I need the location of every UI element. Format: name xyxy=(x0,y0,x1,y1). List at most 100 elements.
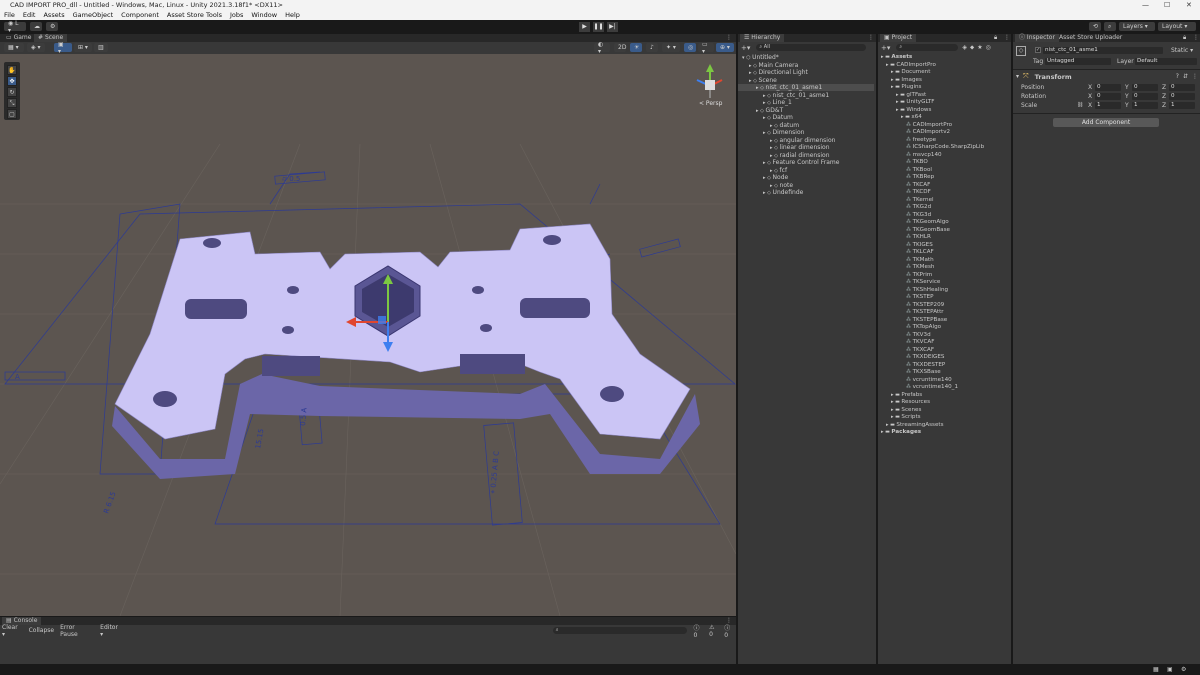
project-item[interactable]: ⁂ TKGeomAlgo xyxy=(906,219,949,225)
hierarchy-item[interactable]: ▸ ◇ nist_ctc_01_asme1 xyxy=(763,92,829,99)
tab-project[interactable]: ▣ Project xyxy=(880,34,917,42)
project-add-icon[interactable]: +▾ xyxy=(881,44,890,52)
menu-assets[interactable]: Assets xyxy=(43,11,64,19)
project-item[interactable]: ⁂ TKShHealing xyxy=(906,287,948,293)
hierarchy-item[interactable]: ▸ ◇ Directional Light xyxy=(749,69,808,76)
pivot-toggle[interactable]: ▣ ▾ xyxy=(54,41,72,55)
cloud-icon[interactable]: ☁ xyxy=(30,22,42,31)
grid-dropdown[interactable]: ◈ ▾ xyxy=(27,43,45,52)
tab-inspector[interactable]: ⓘ Inspector xyxy=(1015,34,1059,42)
rotation-z-field[interactable]: 0 xyxy=(1169,93,1195,100)
project-item[interactable]: ▸ ▬ Scenes xyxy=(891,407,921,413)
project-item[interactable]: ⁂ TKSTEP xyxy=(906,294,934,300)
project-item[interactable]: ▸ ▬ Prefabs xyxy=(891,392,922,398)
pause-button[interactable]: ❚❚ xyxy=(593,22,604,32)
static-toggle[interactable]: Static ▾ xyxy=(1171,47,1193,54)
filter-type-icon[interactable]: ◈ xyxy=(962,44,967,51)
filter-label-icon[interactable]: ⬥ xyxy=(970,44,974,52)
favorite-icon[interactable]: ★ xyxy=(977,44,982,51)
shading-dropdown[interactable]: ◐ ▾ xyxy=(594,41,610,55)
project-item[interactable]: ⁂ ICSharpCode.SharpZipLib xyxy=(906,144,984,150)
menu-asset-store-tools[interactable]: Asset Store Tools xyxy=(167,11,222,19)
inspector-menu-icon[interactable]: ⋮ xyxy=(1189,34,1200,42)
close-icon[interactable]: ✕ xyxy=(1186,1,1192,9)
scale-x-field[interactable]: 1 xyxy=(1095,102,1121,109)
position-y-field[interactable]: 0 xyxy=(1132,84,1158,91)
hierarchy-item[interactable]: ▸ ◇ angular dimension xyxy=(770,137,835,144)
menu-edit[interactable]: Edit xyxy=(23,11,36,19)
menu-component[interactable]: Component xyxy=(121,11,159,19)
collapse-button[interactable]: Collapse xyxy=(29,627,55,634)
constrain-proportions-icon[interactable]: ⛓ xyxy=(1077,102,1083,108)
project-item[interactable]: ▸ ▬ Document xyxy=(891,69,930,75)
rotation-x-field[interactable]: 0 xyxy=(1095,93,1121,100)
project-item[interactable]: ⁂ TKBO xyxy=(906,159,928,165)
hierarchy-item[interactable]: ▸ ◇ datum xyxy=(770,122,799,129)
hierarchy-item[interactable]: ▸ ◇ Line_1 xyxy=(763,99,792,106)
project-item[interactable]: ⁂ TKSTEPBase xyxy=(906,317,947,323)
hierarchy-item[interactable]: ▸ ◇ radial dimension xyxy=(770,152,830,159)
project-item[interactable]: ▸ ▬ Images xyxy=(891,77,922,83)
play-button[interactable]: ▶ xyxy=(579,22,590,32)
persp-label[interactable]: < Persp xyxy=(699,100,723,107)
project-item[interactable]: ▸ ▬ UnityGLTF xyxy=(896,99,934,105)
active-checkbox[interactable]: ✓ xyxy=(1035,47,1041,53)
project-item[interactable]: ⁂ TKBool xyxy=(906,167,932,173)
hierarchy-item[interactable]: ▸ ◇ Node xyxy=(763,174,788,181)
project-item[interactable]: ⁂ TKBRep xyxy=(906,174,934,180)
project-item[interactable]: ⁂ TKMath xyxy=(906,257,934,263)
hierarchy-item[interactable]: ▸ ◇ Datum xyxy=(763,114,793,121)
project-item[interactable]: ⁂ TKHLR xyxy=(906,234,931,240)
error-count[interactable]: ⓘ 0 xyxy=(724,623,736,639)
hierarchy-item[interactable]: ▸ ◇ nist_ctc_01_asme1 xyxy=(738,84,874,91)
hierarchy-item[interactable]: ▸ ◇ Main Camera xyxy=(749,62,798,69)
position-z-field[interactable]: 0 xyxy=(1169,84,1195,91)
layers-dropdown[interactable]: Layers ▾ xyxy=(1119,22,1155,31)
status-progress-icon[interactable]: ▦ xyxy=(1153,666,1159,673)
project-item[interactable]: ▸ ▬ Plugins xyxy=(891,84,921,90)
tab-asset-store-uploader[interactable]: Asset Store Uploader xyxy=(1055,34,1126,42)
search-icon[interactable]: ⌕ xyxy=(1104,22,1116,31)
hierarchy-search-input[interactable]: ⌕ All xyxy=(756,44,867,51)
step-button[interactable]: ▶| xyxy=(607,22,618,32)
project-item[interactable]: ⁂ TKG2d xyxy=(906,204,931,210)
project-item[interactable]: ▸ ▬ Packages xyxy=(881,429,921,435)
component-menu-icon[interactable]: ⋮ xyxy=(1192,73,1198,80)
2d-toggle[interactable]: 2D xyxy=(614,43,626,52)
project-item[interactable]: ▸ ▬ CADImportPro xyxy=(886,62,936,68)
lighting-toggle[interactable]: ☀ xyxy=(630,43,642,52)
editor-dropdown[interactable]: Editor ▾ xyxy=(100,624,123,638)
project-item[interactable]: ⁂ TKV3d xyxy=(906,332,931,338)
scene-viewport[interactable]: ⌭ 0.5 A 0.5 A ⌖ 0.25 A B C 15.15 R 6.15 … xyxy=(0,54,736,616)
audio-toggle[interactable]: ♪ xyxy=(646,43,658,52)
project-item[interactable]: ⁂ TKXDESTEP xyxy=(906,362,945,368)
rotation-y-field[interactable]: 0 xyxy=(1132,93,1158,100)
menu-file[interactable]: File xyxy=(4,11,15,19)
project-item[interactable]: ▸ ▬ Scripts xyxy=(891,414,921,420)
hierarchy-item[interactable]: ▾ ⬡ Untitled* xyxy=(742,54,779,61)
object-name-field[interactable]: nist_ctc_01_asme1 xyxy=(1043,47,1163,54)
hierarchy-item[interactable]: ▸ ◇ linear dimension xyxy=(770,144,830,151)
project-menu-icon[interactable]: ⋮ xyxy=(1000,34,1014,42)
hierarchy-item[interactable]: ▸ ◇ note xyxy=(770,182,793,189)
minimize-icon[interactable]: — xyxy=(1142,1,1149,9)
project-item[interactable]: ⁂ CADImportv2 xyxy=(906,129,950,135)
project-item[interactable]: ⁂ TKMesh xyxy=(906,264,934,270)
add-component-button[interactable]: Add Component xyxy=(1053,118,1159,127)
project-item[interactable]: ⁂ TKXDEIGES xyxy=(906,354,944,360)
menu-help[interactable]: Help xyxy=(285,11,300,19)
scale-y-field[interactable]: 1 xyxy=(1132,102,1158,109)
console-search-input[interactable]: ⌕ xyxy=(552,627,688,634)
help-icon[interactable]: ? xyxy=(1176,73,1179,80)
error-pause-button[interactable]: Error Pause xyxy=(60,624,94,638)
clear-button[interactable]: Clear ▾ xyxy=(2,624,23,638)
project-item[interactable]: ⁂ TKLCAF xyxy=(906,249,934,255)
project-item[interactable]: ⁂ CADImportPro xyxy=(906,122,952,128)
project-item[interactable]: ⁂ freetype xyxy=(906,137,936,143)
hierarchy-item[interactable]: ▸ ◇ Dimension xyxy=(763,129,804,136)
add-icon[interactable]: +▾ xyxy=(741,44,750,52)
menu-gameobject[interactable]: GameObject xyxy=(73,11,114,19)
project-item[interactable]: ⁂ TKCAF xyxy=(906,182,930,188)
project-item[interactable]: ▸ ▬ glTFast xyxy=(896,92,926,98)
project-item[interactable]: ⁂ msvcp140 xyxy=(906,152,942,158)
